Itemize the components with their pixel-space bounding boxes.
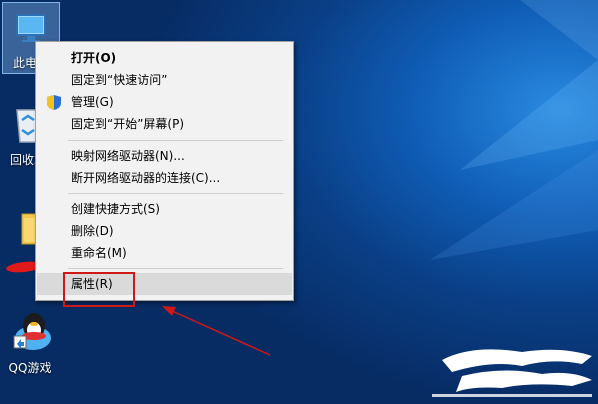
watermark-scribble — [432, 349, 592, 397]
